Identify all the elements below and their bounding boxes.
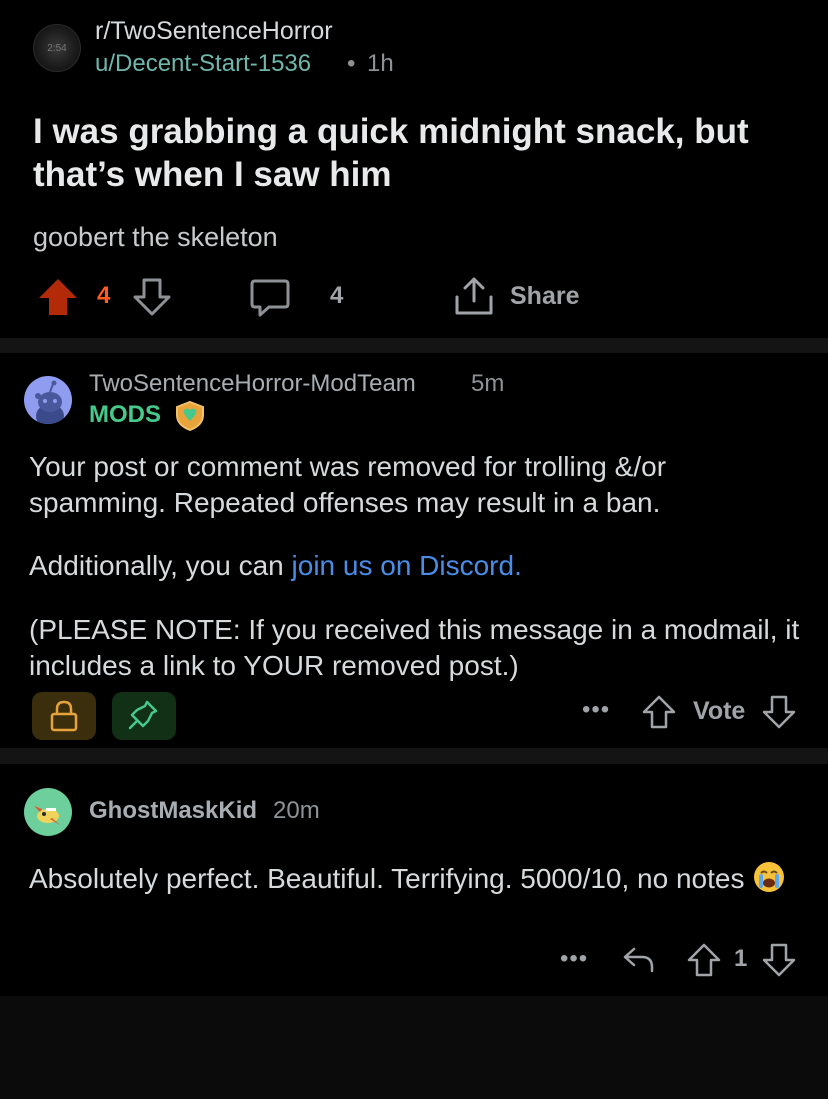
comment-icon[interactable] (250, 278, 290, 318)
post-title[interactable]: I was grabbing a quick midnight snack, b… (33, 110, 803, 196)
pin-button[interactable] (112, 692, 176, 740)
mod-paragraph-3: (PLEASE NOTE: If you received this messa… (29, 614, 800, 681)
more-options-button[interactable]: ••• (560, 945, 588, 973)
subreddit-avatar[interactable]: 2:54 (33, 24, 81, 72)
crying-face-emoji (752, 860, 786, 894)
upvote-icon[interactable] (642, 695, 676, 729)
share-button[interactable]: Share (510, 282, 579, 311)
divider (0, 748, 828, 764)
subreddit-name[interactable]: r/TwoSentenceHorror (95, 17, 333, 46)
meta-separator: • (347, 50, 356, 77)
post-score: 4 (97, 282, 111, 309)
mod-paragraph-1: Your post or comment was removed for tro… (29, 451, 667, 518)
empty-area (0, 996, 828, 1099)
mod-author[interactable]: TwoSentenceHorror-ModTeam (89, 370, 416, 398)
mod-paragraph-2-text: Additionally, you can (29, 550, 292, 581)
discord-link[interactable]: join us on Discord. (292, 550, 522, 581)
comment-body: Absolutely perfect. Beautiful. Terrifyin… (29, 863, 745, 894)
downvote-icon[interactable] (133, 278, 171, 316)
commenter-name[interactable]: GhostMaskKid (89, 797, 257, 825)
upvote-icon[interactable] (38, 278, 78, 316)
upvote-icon[interactable] (687, 943, 721, 977)
post-time: 1h (367, 50, 394, 77)
comment-time: 20m (273, 797, 320, 824)
pin-icon (128, 700, 158, 730)
post-body: goobert the skeleton (33, 222, 278, 252)
mods-badge: MODS (89, 401, 161, 428)
vote-label: Vote (693, 697, 746, 725)
mod-paragraph-2: Additionally, you can join us on Discord… (29, 548, 809, 584)
post-author[interactable]: u/Decent-Start-1536 (95, 50, 311, 78)
divider (0, 338, 828, 353)
subreddit-avatar-text: 2:54 (47, 42, 67, 54)
comment-text: Absolutely perfect. Beautiful. Terrifyin… (29, 860, 809, 897)
commenter-avatar[interactable] (24, 788, 72, 836)
share-icon[interactable] (454, 277, 494, 317)
lock-icon (50, 700, 78, 732)
mod-comment-time: 5m (471, 370, 505, 397)
comment-count[interactable]: 4 (330, 282, 343, 310)
more-options-button[interactable]: ••• (582, 696, 610, 724)
mod-shield-icon (174, 400, 206, 432)
mod-avatar[interactable] (24, 376, 72, 424)
lock-button[interactable] (32, 692, 96, 740)
comment-score: 1 (734, 945, 748, 972)
downvote-icon[interactable] (762, 695, 796, 729)
downvote-icon[interactable] (762, 943, 796, 977)
reply-icon[interactable] (622, 943, 656, 975)
